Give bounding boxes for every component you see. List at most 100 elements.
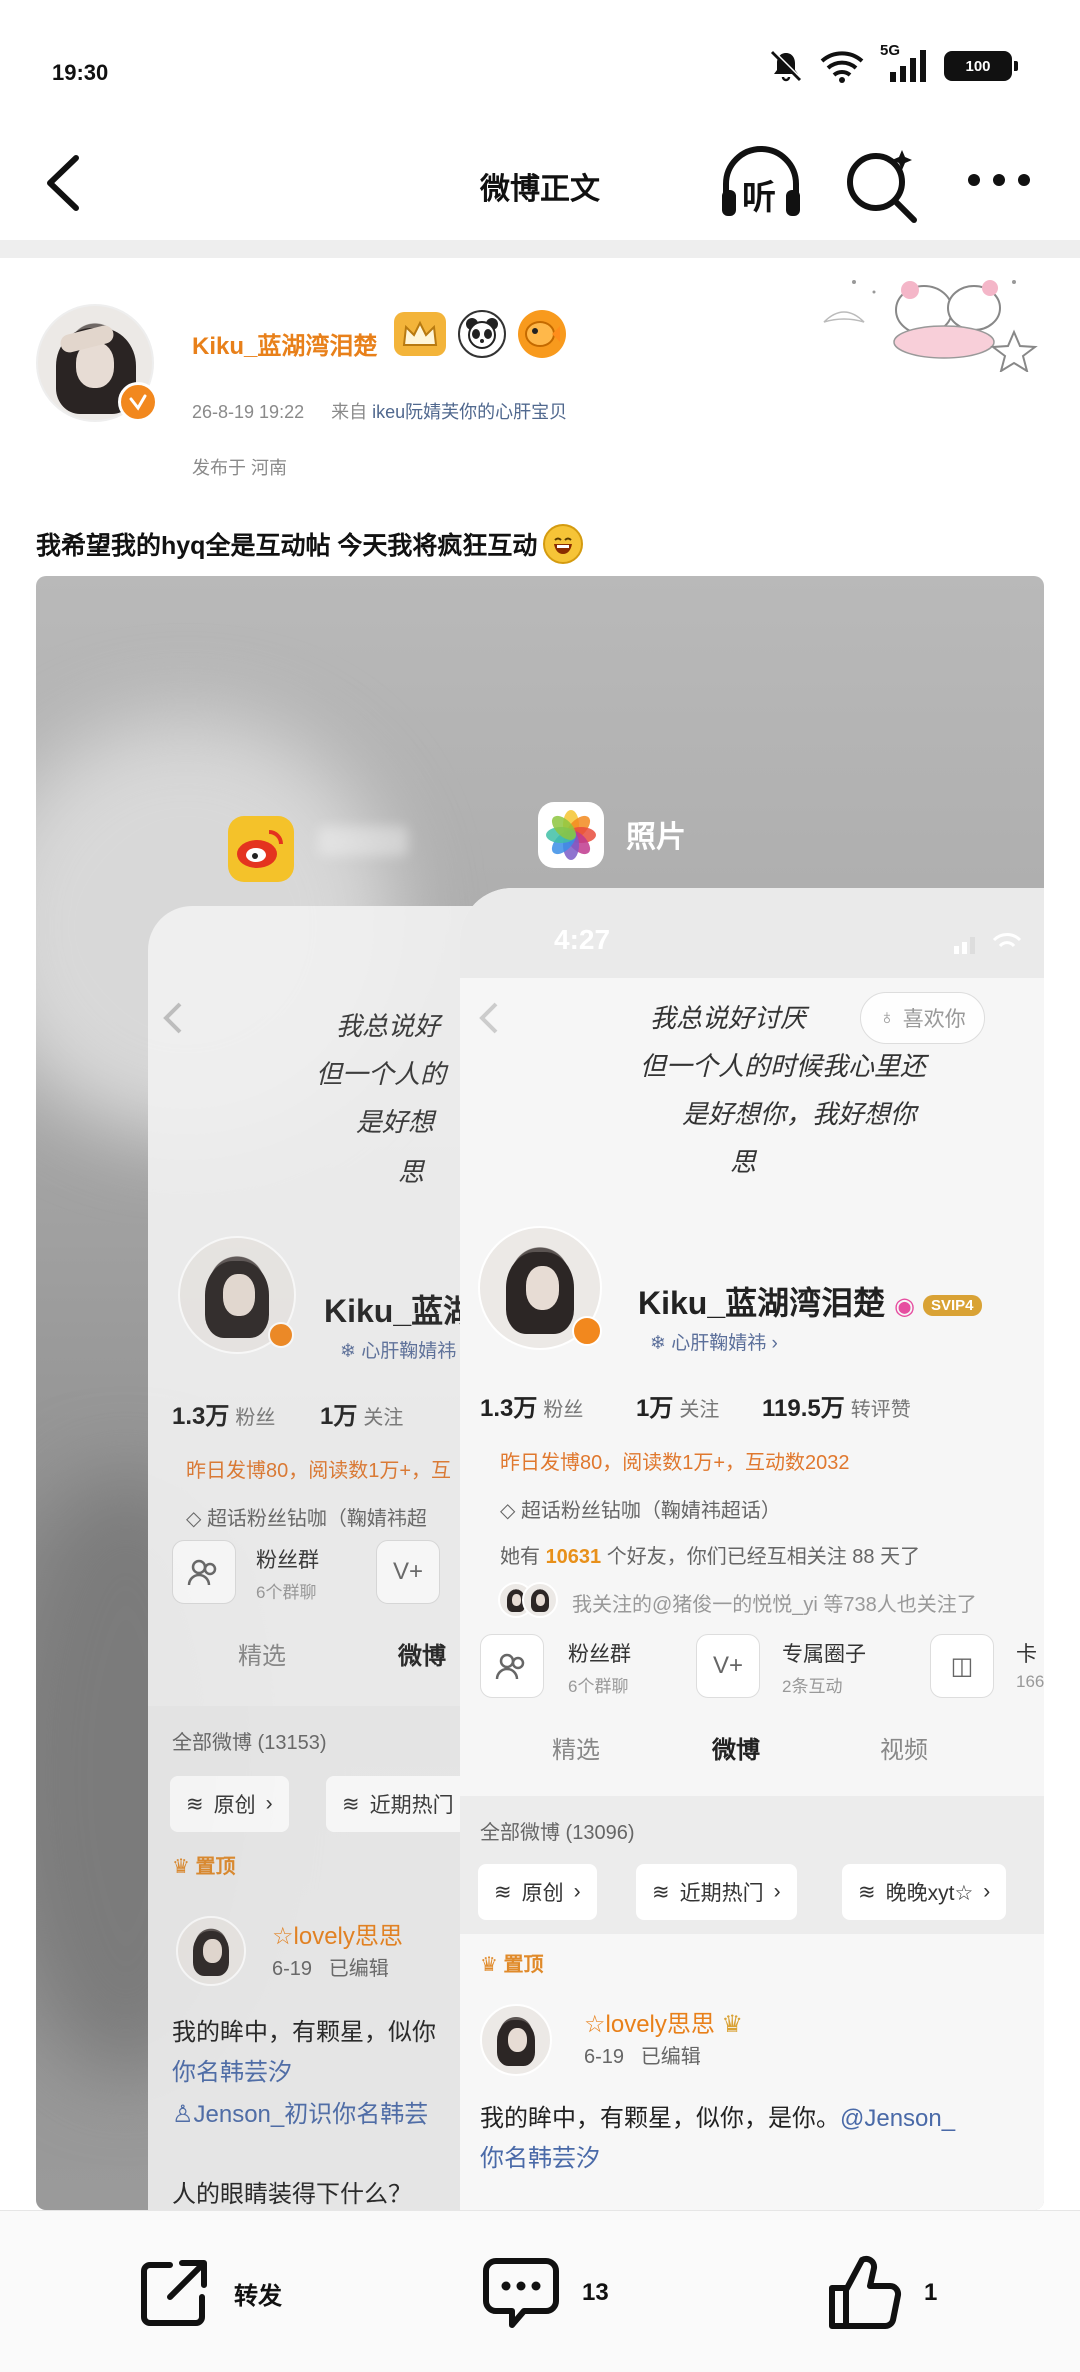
front-card-super-topic: ◇ 超话粉丝钻咖（鞠婧祎超话） bbox=[500, 1500, 781, 1522]
front-post-user: ☆lovely思思 ♛ bbox=[584, 2011, 744, 2038]
mute-icon bbox=[770, 50, 802, 82]
photos-app-label: 照片 bbox=[626, 821, 686, 854]
weibo-app-label bbox=[318, 826, 408, 856]
back-card-following: 1万 关注 bbox=[320, 1403, 404, 1430]
crown-badge-icon[interactable] bbox=[394, 312, 446, 356]
listen-label: 听 bbox=[742, 179, 776, 217]
back-hand-line-2: 但一个人的 bbox=[316, 1060, 447, 1090]
back-post-avatar bbox=[176, 1916, 246, 1986]
share-icon bbox=[141, 2260, 207, 2326]
like-button[interactable]: 1 bbox=[826, 2253, 937, 2333]
front-card-verified-icon bbox=[572, 1316, 602, 1346]
front-card-fans: 1.3万 粉丝 bbox=[480, 1395, 584, 1422]
divider bbox=[0, 240, 1080, 258]
front-row-sub-1: 6个群聊 bbox=[568, 1677, 629, 1696]
repost-button[interactable]: 转发 bbox=[136, 2253, 282, 2333]
hello-kitty-decoration-icon bbox=[823, 280, 1038, 372]
back-hand-line-1: 我总说好 bbox=[336, 1012, 441, 1042]
front-tab-featured: 精选 bbox=[552, 1737, 600, 1764]
front-hand-line-3: 是好想你，我好想你 bbox=[682, 1100, 917, 1130]
more-icon[interactable] bbox=[966, 160, 1032, 200]
status-time: 19:30 bbox=[52, 60, 109, 85]
panda-badge-icon[interactable] bbox=[458, 310, 506, 358]
front-post-body-2: 你名韩芸汐 bbox=[480, 2145, 600, 2172]
back-post-body: 我的眸中，有颗星，似你 bbox=[172, 2019, 436, 2046]
fish-badge-icon[interactable] bbox=[518, 310, 566, 358]
comment-count: 13 bbox=[582, 2279, 609, 2306]
post-text: 我希望我的hyq全是互动帖 今天我将疯狂互动 bbox=[36, 524, 584, 564]
front-card-sub: ❄ 心肝鞠婧祎 › bbox=[650, 1333, 778, 1354]
post-meta: 26-8-19 19:22 来自 ikeu阮婧芙你的心肝宝贝 bbox=[192, 398, 567, 424]
front-tab-weibo: 微博 bbox=[712, 1737, 760, 1764]
back-post-user: ☆lovely思思 bbox=[272, 1923, 403, 1950]
front-like-pill: ♁ 喜欢你 bbox=[860, 992, 985, 1044]
post-location: 发布于 河南 bbox=[192, 458, 288, 478]
weibo-post-page: 19:30 5G 100 微博正文 听 Kiku_蓝湖湾泪楚 26-8-19 1… bbox=[0, 0, 1080, 2372]
front-all-posts: 全部微博 (13096) bbox=[480, 1822, 635, 1844]
front-chip-original: ≋ 原创 › bbox=[478, 1864, 597, 1920]
front-mutual-avatar-2 bbox=[522, 1582, 558, 1618]
front-row-sub-3: 166 bbox=[1016, 1672, 1044, 1691]
back-card-name: Kiku_蓝湖 bbox=[324, 1293, 476, 1329]
front-circle-icon: V+ bbox=[696, 1634, 760, 1698]
like-count: 1 bbox=[924, 2279, 938, 2306]
front-fans-group-icon bbox=[480, 1634, 544, 1698]
back-post-time: 6-19 已编辑 bbox=[272, 1958, 389, 1980]
front-tab-video: 视频 bbox=[880, 1737, 928, 1764]
back-fans-group-icon bbox=[172, 1540, 236, 1604]
front-card-activity: 昨日发博80，阅读数1万+，互动数2032 bbox=[500, 1452, 850, 1474]
front-card-back-icon bbox=[479, 1002, 498, 1034]
post-image[interactable]: 照片 我总说好 但一个人的 是好想 思 Kiku_蓝湖 ❄ 心肝鞠婧祎 1.3万… bbox=[36, 576, 1044, 2210]
laughing-emoji-icon bbox=[543, 524, 584, 564]
listen-button[interactable]: 听 bbox=[718, 142, 804, 224]
front-card-name: Kiku_蓝湖湾泪楚 ◉ SVIP4 bbox=[638, 1278, 982, 1324]
front-pinned-label: ♛ 置顶 bbox=[480, 1954, 544, 1976]
front-card-following: 1万 关注 bbox=[636, 1395, 720, 1422]
front-post-time: 6-19 已编辑 bbox=[584, 2046, 701, 2068]
back-card-activity: 昨日发博80，阅读数1万+，互 bbox=[186, 1460, 452, 1482]
battery-icon: 100 bbox=[944, 51, 1018, 81]
post-timestamp: 26-8-19 19:22 bbox=[192, 402, 305, 422]
front-row-title-3: 卡 bbox=[1016, 1643, 1037, 1666]
weibo-app-icon bbox=[228, 816, 294, 882]
wifi-icon bbox=[820, 51, 864, 83]
back-card-super-topic: ◇ 超话粉丝钻咖（鞠婧祎超 bbox=[186, 1508, 427, 1530]
front-card-engagement: 119.5万 转评赞 bbox=[762, 1395, 911, 1422]
front-chip-trending: ≋ 近期热门 › bbox=[636, 1864, 797, 1920]
card-back-arrow-icon bbox=[163, 1002, 182, 1034]
front-row-title-1: 粉丝群 bbox=[568, 1643, 631, 1666]
back-card-sub: ❄ 心肝鞠婧祎 bbox=[340, 1341, 457, 1362]
back-card-fans: 1.3万 粉丝 bbox=[172, 1403, 276, 1430]
battery-level: 100 bbox=[965, 57, 991, 75]
post-username[interactable]: Kiku_蓝湖湾泪楚 bbox=[192, 326, 377, 361]
back-chip-original: ≋ 原创 › bbox=[170, 1776, 289, 1832]
back-post-body-2: 你名韩芸汐 bbox=[172, 2059, 292, 2086]
thumbs-up-icon bbox=[829, 2255, 902, 2329]
comment-icon bbox=[483, 2258, 559, 2328]
back-pinned-label: ♛ 置顶 bbox=[172, 1856, 236, 1878]
search-sparkle-icon[interactable] bbox=[842, 144, 922, 224]
status-bar: 19:30 5G 100 bbox=[0, 0, 1080, 130]
user-badges bbox=[394, 310, 566, 358]
nav-bar: 微博正文 听 bbox=[0, 130, 1080, 240]
back-row-sub: 6个群聊 bbox=[256, 1583, 317, 1602]
back-chip-trending: ≋ 近期热门 bbox=[326, 1776, 470, 1832]
back-tab-weibo: 微博 bbox=[398, 1643, 446, 1670]
post-body: 我希望我的hyq全是互动帖 今天我将疯狂互动 bbox=[36, 532, 538, 560]
photos-app-icon bbox=[538, 802, 604, 868]
front-card-mutual: 我关注的@猪俊一的悦悦_yi 等738人也关注了 bbox=[572, 1594, 977, 1616]
front-post-body: 我的眸中，有颗星，似你，是你。@Jenson_ bbox=[480, 2105, 956, 2132]
back-hand-line-3: 是好想 bbox=[356, 1108, 435, 1138]
front-hand-line-1: 我总说好讨厌 bbox=[650, 1004, 807, 1034]
back-all-posts: 全部微博 (13153) bbox=[172, 1732, 327, 1754]
status-icons: 5G 100 bbox=[768, 42, 1018, 84]
front-card-time: 4:27 bbox=[554, 924, 611, 955]
post-source[interactable]: ikeu阮婧芙你的心肝宝贝 bbox=[372, 402, 567, 422]
photos-app-card: 4:27 ♁ 喜欢你 我总说好讨厌 但一个人的时候我心里还 是好想你，我好想你 … bbox=[460, 888, 1044, 2210]
back-tab-featured: 精选 bbox=[238, 1643, 286, 1670]
front-row-title-2: 专属圈子 bbox=[782, 1643, 866, 1666]
front-row-sub-2: 2条互动 bbox=[782, 1677, 843, 1696]
comment-button[interactable]: 13 bbox=[482, 2253, 609, 2333]
back-card-verified-icon bbox=[268, 1322, 294, 1348]
verified-badge-icon bbox=[118, 382, 158, 422]
